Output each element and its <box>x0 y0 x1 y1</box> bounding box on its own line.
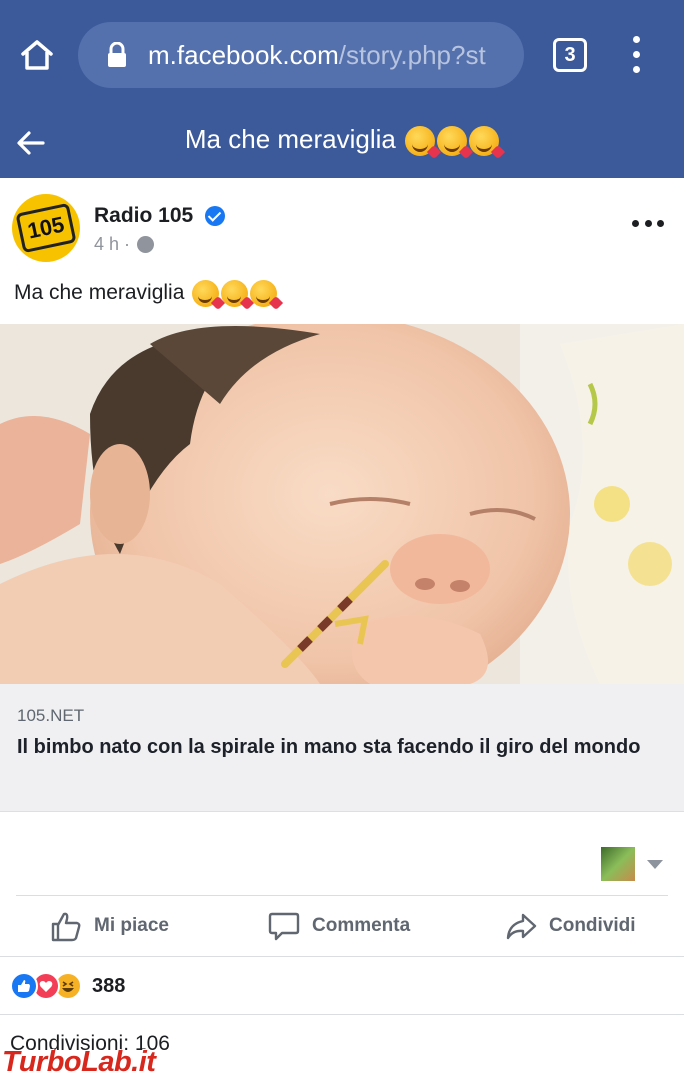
reaction-count: 388 <box>92 974 126 997</box>
browser-menu-icon[interactable] <box>626 36 646 76</box>
post-text: Ma che meraviglia <box>14 280 278 307</box>
link-title: Il bimbo nato con la spirale in mano sta… <box>17 736 641 758</box>
header-title-text: Ma che meraviglia <box>184 124 396 154</box>
post-action-bar: Mi piace Commenta Condividi <box>0 896 684 956</box>
post-timestamp[interactable]: 4 h · <box>94 234 130 255</box>
share-label: Condividi <box>549 915 636 936</box>
reactions-summary[interactable]: 388 <box>10 970 125 1002</box>
comment-bubble-icon <box>268 912 300 941</box>
url-host: m.facebook.com <box>148 39 339 70</box>
verified-badge-icon <box>205 206 225 226</box>
divider <box>0 956 684 957</box>
globe-icon <box>137 236 154 253</box>
hugging-face-emoji-icon <box>469 126 500 157</box>
post-photo[interactable] <box>0 324 684 684</box>
watermark-logo: TurboLab.it <box>2 1046 156 1078</box>
reaction-profile-row <box>0 812 684 896</box>
tab-switcher-button[interactable]: 3 <box>553 38 587 72</box>
link-domain: 105.NET <box>17 706 85 725</box>
chevron-down-icon[interactable] <box>647 860 663 869</box>
share-arrow-icon <box>506 913 537 940</box>
like-button[interactable]: Mi piace <box>50 908 169 944</box>
hugging-face-emoji-icon <box>405 126 436 157</box>
page-title: Ma che meraviglia <box>0 124 684 157</box>
comment-button[interactable]: Commenta <box>268 908 410 944</box>
profile-thumbnail[interactable] <box>601 847 635 881</box>
story-header: Ma che meraviglia <box>0 108 684 178</box>
page-name-link[interactable]: Radio 105 <box>94 204 193 228</box>
divider <box>0 1014 684 1015</box>
hugging-face-emoji-icon <box>221 280 249 307</box>
browser-toolbar: m.facebook.com/story.php?st 3 <box>0 0 684 108</box>
thumbs-up-icon <box>51 912 81 942</box>
share-button[interactable]: Condividi <box>505 908 636 944</box>
lock-icon <box>108 42 126 67</box>
hugging-face-emoji-icon <box>250 280 278 307</box>
link-preview-card[interactable]: 105.NET Il bimbo nato con la spirale in … <box>0 684 684 812</box>
page-avatar[interactable]: 105 <box>12 194 80 262</box>
hugging-face-emoji-icon <box>192 280 220 307</box>
avatar-logo-text: 105 <box>15 202 77 254</box>
comment-label: Commenta <box>312 915 411 936</box>
like-label: Mi piace <box>94 915 169 936</box>
home-icon[interactable] <box>16 34 58 76</box>
hugging-face-emoji-icon <box>437 126 468 157</box>
more-options-icon[interactable] <box>632 220 664 230</box>
url-text: m.facebook.com/story.php?st <box>148 40 508 71</box>
url-path: /story.php?st <box>338 39 486 70</box>
post-message: Ma che meraviglia <box>14 281 185 305</box>
like-icon <box>10 972 38 1000</box>
post-header: 105 Radio 105 4 h · Ma che meraviglia <box>0 178 684 328</box>
address-bar[interactable]: m.facebook.com/story.php?st <box>78 22 524 88</box>
